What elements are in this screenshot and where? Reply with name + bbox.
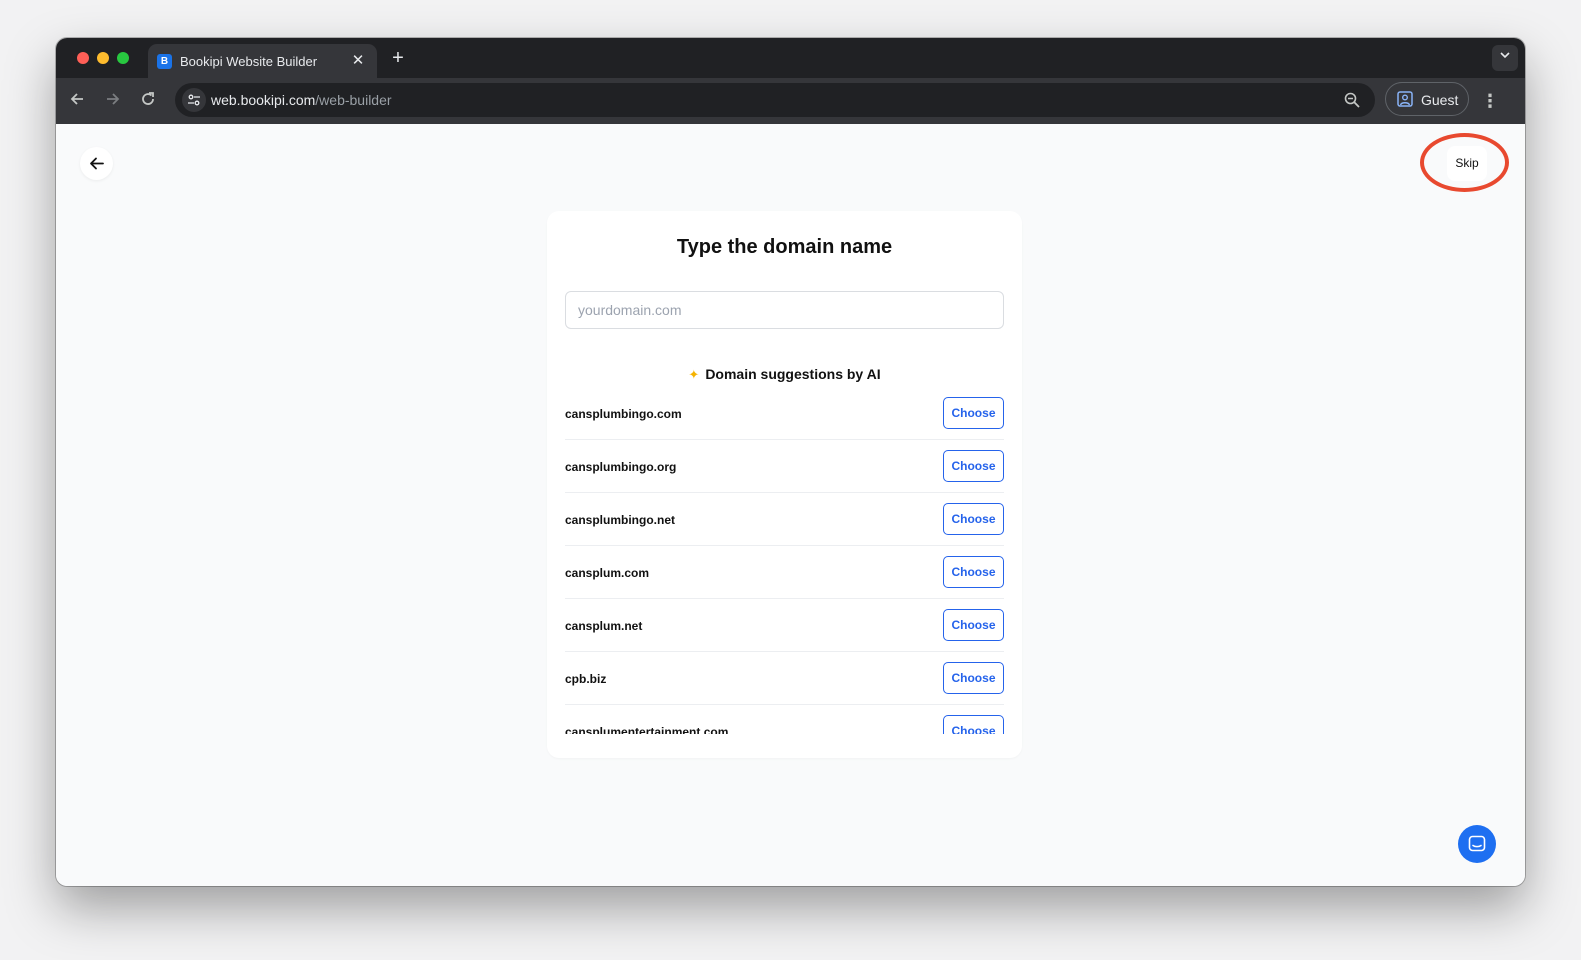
reload-icon[interactable] bbox=[137, 90, 159, 112]
tab-title: Bookipi Website Builder bbox=[180, 54, 318, 69]
browser-forward-icon[interactable] bbox=[102, 90, 124, 112]
highlight-annotation-ring bbox=[1420, 133, 1509, 192]
tab-search-chevron-icon[interactable] bbox=[1492, 45, 1518, 71]
minimize-window-button[interactable] bbox=[97, 52, 109, 64]
browser-window: B Bookipi Website Builder ✕ + web.bookip… bbox=[56, 38, 1525, 886]
browser-toolbar: web.bookipi.com/web-builder Guest ⋮ bbox=[56, 78, 1525, 124]
domain-name: cansplumbingo.com bbox=[565, 407, 682, 421]
arrow-left-icon bbox=[90, 157, 104, 170]
domain-card: Type the domain name ✦ Domain suggestions… bbox=[547, 211, 1022, 758]
choose-button[interactable]: Choose bbox=[943, 503, 1004, 535]
maximize-window-button[interactable] bbox=[117, 52, 129, 64]
choose-button[interactable]: Choose bbox=[943, 450, 1004, 482]
sparkle-icon: ✦ bbox=[688, 367, 700, 382]
browser-back-icon[interactable] bbox=[66, 90, 88, 112]
suggestions-title: Domain suggestions by AI bbox=[705, 366, 881, 382]
page-content: Skip Type the domain name ✦Domain sugges… bbox=[56, 124, 1525, 886]
back-button[interactable] bbox=[80, 147, 113, 180]
list-item: cansplumbingo.com Choose bbox=[565, 387, 1004, 440]
domain-name: cansplumbingo.net bbox=[565, 513, 676, 527]
address-bar[interactable]: web.bookipi.com/web-builder bbox=[175, 83, 1375, 117]
profile-icon bbox=[1397, 91, 1413, 107]
url-text: web.bookipi.com/web-builder bbox=[211, 92, 392, 108]
bookipi-favicon-icon: B bbox=[157, 54, 172, 69]
list-item: cpb.biz Choose bbox=[565, 652, 1004, 705]
profile-button[interactable]: Guest bbox=[1385, 82, 1469, 116]
list-item: cansplum.com Choose bbox=[565, 546, 1004, 599]
tab-strip: B Bookipi Website Builder ✕ + bbox=[56, 38, 1525, 78]
url-path: /web-builder bbox=[315, 92, 392, 108]
domain-name: cansplumentertainment.com bbox=[565, 725, 729, 734]
list-item: cansplumbingo.org Choose bbox=[565, 440, 1004, 493]
suggestions-list[interactable]: cansplumbingo.com Choose cansplumbingo.o… bbox=[565, 387, 1004, 734]
choose-button[interactable]: Choose bbox=[943, 397, 1004, 429]
domain-input[interactable] bbox=[565, 291, 1004, 329]
chat-icon bbox=[1468, 835, 1486, 852]
list-item: cansplumentertainment.com Choose bbox=[565, 705, 1004, 734]
page-title: Type the domain name bbox=[676, 236, 893, 258]
list-item: cansplumbingo.net Choose bbox=[565, 493, 1004, 546]
close-window-button[interactable] bbox=[77, 52, 89, 64]
site-settings-icon[interactable] bbox=[182, 88, 206, 112]
choose-button[interactable]: Choose bbox=[943, 609, 1004, 641]
domain-name: cansplum.com bbox=[565, 566, 650, 580]
zoom-icon[interactable] bbox=[1343, 91, 1361, 109]
list-item: cansplum.net Choose bbox=[565, 599, 1004, 652]
chat-launcher-button[interactable] bbox=[1458, 825, 1496, 863]
choose-button[interactable]: Choose bbox=[943, 556, 1004, 588]
profile-label: Guest bbox=[1421, 92, 1459, 108]
choose-button[interactable]: Choose bbox=[943, 662, 1004, 694]
choose-button[interactable]: Choose bbox=[943, 715, 1004, 734]
browser-tab[interactable]: B Bookipi Website Builder ✕ bbox=[148, 44, 377, 78]
new-tab-icon[interactable]: + bbox=[387, 47, 409, 69]
domain-name: cansplum.net bbox=[565, 619, 643, 633]
suggestions-header: ✦ Domain suggestions by AI bbox=[547, 366, 1022, 383]
browser-menu-icon[interactable]: ⋮ bbox=[1480, 90, 1500, 112]
close-tab-icon[interactable]: ✕ bbox=[349, 52, 367, 70]
url-host: web.bookipi.com bbox=[211, 92, 316, 108]
domain-name: cansplumbingo.org bbox=[565, 460, 677, 474]
domain-name: cpb.biz bbox=[565, 672, 607, 686]
